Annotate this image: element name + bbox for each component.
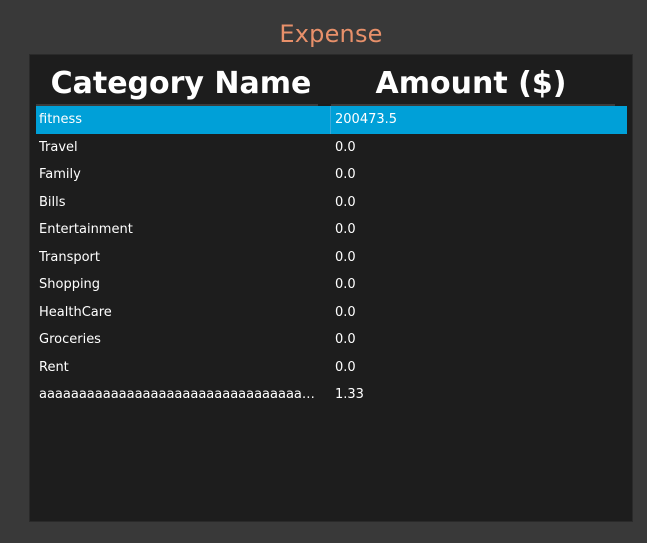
page-title: Expense xyxy=(279,20,383,48)
table-row[interactable]: Rent 0.0 xyxy=(36,354,627,382)
category-name-cell: Family xyxy=(39,167,81,182)
table-row[interactable]: Family 0.0 xyxy=(36,161,627,189)
expense-table: Category Name Amount ($) fitness 200473.… xyxy=(29,54,633,522)
table-row[interactable]: fitness 200473.5 xyxy=(36,106,627,134)
category-name-cell: Rent xyxy=(39,359,69,375)
amount-cell: 0.0 xyxy=(335,249,356,265)
category-name-cell: Bills xyxy=(39,194,66,210)
amount-cell: 0.0 xyxy=(335,359,356,375)
category-name-cell: Shopping xyxy=(39,277,101,292)
category-name-cell: HealthCare xyxy=(39,304,112,320)
table-row[interactable]: Travel 0.0 xyxy=(36,134,627,162)
cell-divider xyxy=(330,106,331,134)
amount-cell: 0.0 xyxy=(335,222,356,237)
table-row[interactable]: Entertainment 0.0 xyxy=(36,216,627,244)
table-row[interactable]: aaaaaaaaaaaaaaaaaaaaaaaaaaaaaaaaaaaaaaaa… xyxy=(36,381,627,409)
amount-cell: 1.33 xyxy=(335,387,364,402)
amount-cell: 0.0 xyxy=(335,277,356,292)
table-row[interactable]: HealthCare 0.0 xyxy=(36,299,627,327)
table-row[interactable]: Transport 0.0 xyxy=(36,244,627,272)
amount-cell: 0.0 xyxy=(335,304,356,320)
table-row[interactable]: Shopping 0.0 xyxy=(36,271,627,299)
category-name-cell: Entertainment xyxy=(39,222,133,237)
column-header-amount[interactable]: Amount ($) xyxy=(326,63,616,105)
table-row[interactable]: Bills 0.0 xyxy=(36,189,627,217)
amount-cell: 0.0 xyxy=(335,139,356,155)
expense-window: Expense Category Name Amount ($) fitness… xyxy=(0,0,647,543)
category-name-cell: Transport xyxy=(39,249,101,265)
amount-cell: 0.0 xyxy=(335,332,356,347)
category-name-cell: Travel xyxy=(39,139,78,155)
column-header-category-name[interactable]: Category Name xyxy=(36,63,326,105)
amount-cell: 0.0 xyxy=(335,194,356,210)
table-body: fitness 200473.5 Travel 0.0 Family 0.0 B… xyxy=(36,106,627,409)
amount-cell: 0.0 xyxy=(335,167,356,182)
category-name-cell: aaaaaaaaaaaaaaaaaaaaaaaaaaaaaaaaaaaaaaaa… xyxy=(39,387,322,402)
category-name-cell: Groceries xyxy=(39,332,101,347)
table-row[interactable]: Groceries 0.0 xyxy=(36,326,627,354)
category-name-cell: fitness xyxy=(39,112,83,127)
table-header: Category Name Amount ($) xyxy=(36,63,626,106)
amount-cell: 200473.5 xyxy=(335,112,398,127)
